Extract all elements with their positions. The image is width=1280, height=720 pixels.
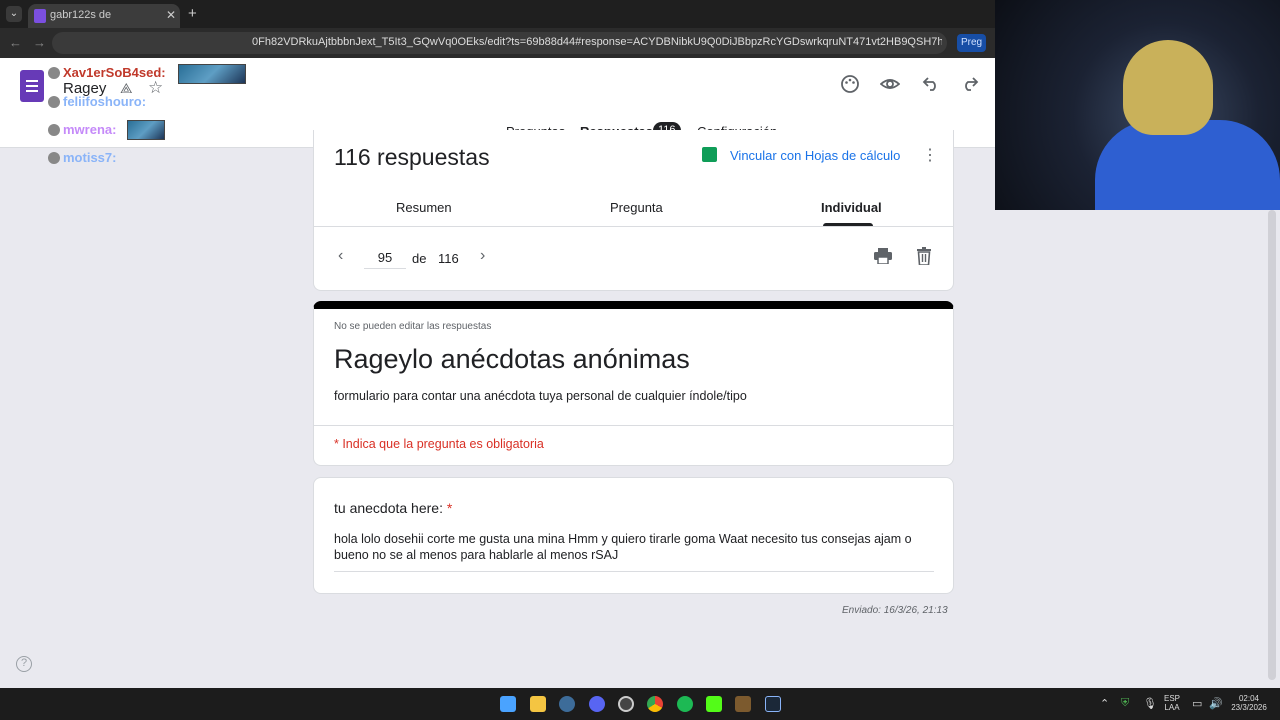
- required-note: * Indica que la pregunta es obligatoria: [334, 437, 544, 451]
- responses-summary-card: 116 respuestas Vincular con Hojas de cál…: [313, 130, 954, 291]
- chat-avatar: [48, 96, 60, 108]
- show-hidden-icons-chevron-icon[interactable]: ⌃: [1100, 697, 1109, 710]
- subtab-pregunta[interactable]: Pregunta: [610, 200, 663, 215]
- redo-icon[interactable]: [961, 74, 979, 92]
- forms-logo-icon[interactable]: [20, 70, 44, 102]
- language-indicator[interactable]: ESP LAA: [1160, 694, 1184, 712]
- answer-text: hola lolo dosehii corte me gusta una min…: [334, 531, 934, 572]
- windows-start-icon[interactable]: [500, 696, 516, 712]
- question-label: tu anecdota here: *: [334, 500, 452, 516]
- minecraft-icon[interactable]: [735, 696, 751, 712]
- obs-icon[interactable]: [618, 696, 634, 712]
- security-shield-icon[interactable]: ⛨: [1121, 697, 1129, 710]
- chat-avatar: [48, 152, 60, 164]
- link-to-sheets-link[interactable]: Vincular con Hojas de cálculo: [730, 148, 900, 163]
- pager-total: 116: [438, 251, 459, 266]
- chat-message: mwrena:: [48, 122, 116, 137]
- forms-favicon-icon: [34, 9, 46, 23]
- form-title: Rageylo anécdotas anónimas: [334, 344, 690, 374]
- submitted-timestamp: Enviado: 16/3/26, 21:13: [842, 605, 948, 616]
- new-tab-plus-icon[interactable]: +: [188, 5, 197, 22]
- chat-username: Xav1erSoB4sed:: [63, 65, 166, 80]
- language-code: ESP: [1163, 694, 1180, 703]
- clock-time: 02:04: [1238, 694, 1260, 703]
- close-tab-icon[interactable]: ✕: [166, 8, 176, 22]
- layout-code: LAA: [1164, 703, 1180, 712]
- chat-username: mwrena:: [63, 122, 117, 137]
- responses-count-title: 116 respuestas: [334, 144, 490, 170]
- question-card: tu anecdota here: * hola lolo dosehii co…: [313, 477, 954, 594]
- address-bar-row: ← → 0Fh82VDRkuAjtbbbnJext_T5It3_GQwVq0OE…: [0, 28, 995, 58]
- file-explorer-icon[interactable]: [530, 696, 546, 712]
- print-icon[interactable]: [874, 248, 892, 264]
- help-icon[interactable]: ?: [16, 656, 32, 672]
- current-response-input[interactable]: 95: [364, 250, 406, 269]
- page-scrollbar[interactable]: [1268, 210, 1276, 680]
- preview-eye-icon[interactable]: [880, 74, 900, 94]
- discord-icon[interactable]: [589, 696, 605, 712]
- chat-message: Xav1erSoB4sed:: [48, 65, 166, 80]
- readonly-note: No se pueden editar las respuestas: [334, 321, 492, 332]
- stream-chat-overlay: Xav1erSoB4sed: feliifoshouro: mwrena: mo…: [46, 60, 256, 170]
- chrome-icon[interactable]: [647, 696, 663, 712]
- palette-icon[interactable]: [840, 74, 860, 94]
- chat-username: motiss7:: [63, 150, 117, 165]
- sheets-icon[interactable]: [702, 147, 717, 162]
- back-arrow-icon[interactable]: ←: [9, 35, 22, 50]
- chat-avatar: [48, 67, 60, 79]
- webcam-person-head: [1123, 40, 1213, 135]
- pager-of-label: de: [412, 251, 427, 266]
- spotify-icon[interactable]: [677, 696, 693, 712]
- subtab-resumen[interactable]: Resumen: [396, 200, 452, 215]
- forward-arrow-icon[interactable]: →: [33, 35, 46, 50]
- taskbar: ⌃ ⛨ 🎙 ESP LAA ▭ 🔊 02:04 23/3/2026: [0, 688, 1280, 720]
- previous-response-chevron-icon[interactable]: ‹: [338, 247, 343, 265]
- network-icon[interactable]: ▭: [1192, 697, 1202, 710]
- url-text: 0Fh82VDRkuAjtbbbnJext_T5It3_GQwVq0OEks/e…: [252, 36, 942, 48]
- steam-app-icon[interactable]: [765, 696, 781, 712]
- browser-tab-bar: ⌄ gabr122s de ✕ +: [0, 0, 995, 28]
- clock[interactable]: 02:04 23/3/2026: [1226, 694, 1272, 712]
- tab-title: gabr122s de: [50, 9, 112, 21]
- form-header-card: No se pueden editar las respuestas Ragey…: [313, 301, 954, 466]
- divider: [314, 425, 953, 426]
- tab-search-chevron-icon[interactable]: ⌄: [6, 6, 22, 22]
- microphone-icon[interactable]: 🎙: [1143, 697, 1157, 710]
- subtab-individual[interactable]: Individual: [821, 200, 882, 215]
- chat-emote-image: [127, 120, 165, 140]
- omnibox[interactable]: 0Fh82VDRkuAjtbbbnJext_T5It3_GQwVq0OEks/e…: [52, 32, 947, 54]
- chat-username: feliifoshouro:: [63, 94, 147, 109]
- undo-icon[interactable]: [922, 74, 940, 92]
- divider: [314, 226, 953, 227]
- form-description: formulario para contar una anécdota tuya…: [334, 389, 747, 403]
- volume-icon[interactable]: 🔊: [1209, 697, 1223, 710]
- more-vert-icon[interactable]: ⋮: [922, 145, 938, 165]
- chat-message: feliifoshouro:: [48, 94, 146, 109]
- chat-avatar: [48, 124, 60, 136]
- next-response-chevron-icon[interactable]: ›: [480, 247, 485, 265]
- required-asterisk: *: [446, 500, 453, 516]
- browser-tab[interactable]: gabr122s de ✕: [28, 4, 180, 28]
- kick-icon[interactable]: [706, 696, 722, 712]
- delete-trash-icon[interactable]: [916, 247, 932, 265]
- clock-date: 23/3/2026: [1231, 703, 1267, 712]
- webcam-overlay: [995, 0, 1280, 210]
- chat-message: motiss7:: [48, 150, 116, 165]
- extension-button[interactable]: Preg: [957, 34, 987, 52]
- question-text: tu anecdota here:: [334, 500, 443, 516]
- steam-icon[interactable]: [559, 696, 575, 712]
- chat-emote-image: [178, 64, 246, 84]
